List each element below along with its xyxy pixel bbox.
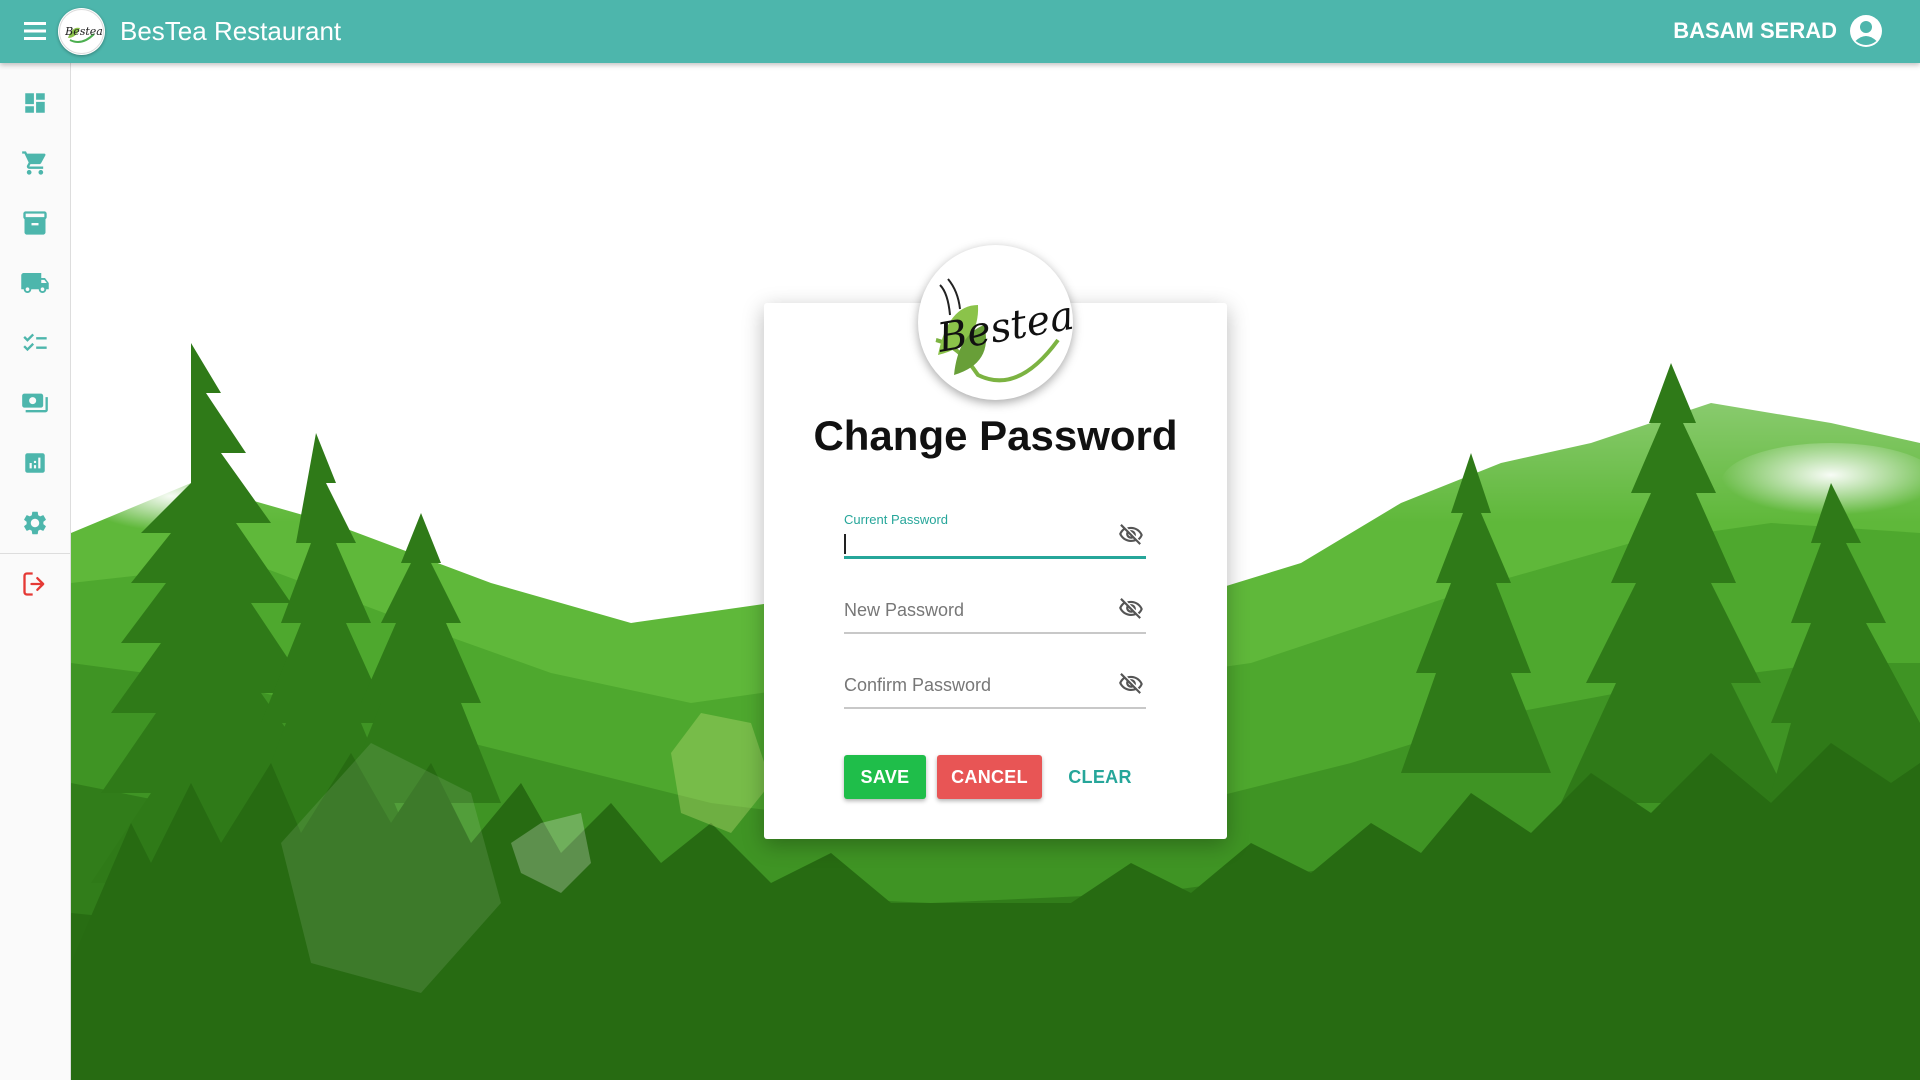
sidebar-item-payments[interactable] [17, 385, 53, 421]
clear-button[interactable]: CLEAR [1055, 755, 1145, 799]
sidebar-item-tasks[interactable] [17, 325, 53, 361]
svg-text:Bestea: Bestea [64, 25, 103, 38]
current-password-field[interactable]: Current Password [844, 512, 1146, 559]
archive-icon [23, 211, 47, 235]
sidebar-item-inventory[interactable] [17, 205, 53, 241]
bestea-logo: Bestea [918, 245, 1073, 400]
payments-icon [22, 393, 48, 413]
new-password-underline [844, 632, 1146, 634]
confirm-password-input[interactable] [844, 673, 1104, 699]
new-password-field[interactable]: New Password [844, 588, 1146, 634]
page-title: Change Password [813, 412, 1178, 459]
visibility-off-icon[interactable] [1116, 522, 1146, 548]
sidebar-item-reports[interactable] [17, 445, 53, 481]
cancel-button[interactable]: CANCEL [937, 755, 1042, 799]
checklist-icon [23, 333, 47, 352]
sidebar [0, 63, 71, 1080]
cart-icon [22, 151, 46, 175]
sidebar-item-orders[interactable] [17, 145, 53, 181]
visibility-off-icon[interactable] [1116, 596, 1146, 622]
confirm-password-underline [844, 707, 1146, 709]
current-password-input[interactable] [844, 532, 1104, 558]
current-password-label: Current Password [844, 512, 949, 527]
top-app-bar: Bestea BesTea Restaurant BASAM SERAD [0, 0, 1920, 63]
sidebar-item-dashboard[interactable] [17, 85, 53, 121]
visibility-off-icon[interactable] [1116, 671, 1146, 697]
sidebar-divider [0, 553, 70, 554]
truck-icon [21, 273, 49, 293]
report-icon [25, 453, 45, 473]
new-password-input[interactable] [844, 598, 1104, 624]
confirm-password-field[interactable]: Confirm Password [844, 663, 1146, 709]
account-circle-icon[interactable] [1849, 14, 1883, 48]
app-title: BesTea Restaurant [120, 16, 342, 46]
logout-icon [23, 572, 45, 596]
gear-icon [24, 511, 46, 535]
sidebar-item-delivery[interactable] [17, 265, 53, 301]
menu-icon[interactable] [22, 19, 50, 43]
brand-logo[interactable]: Bestea [58, 8, 105, 55]
dashboard-icon [25, 93, 45, 113]
user-name[interactable]: BASAM SERAD [1673, 16, 1837, 46]
sidebar-item-logout[interactable] [17, 566, 53, 602]
save-button[interactable]: SAVE [844, 755, 926, 799]
current-password-underline [844, 556, 1146, 559]
sidebar-item-settings[interactable] [17, 505, 53, 541]
